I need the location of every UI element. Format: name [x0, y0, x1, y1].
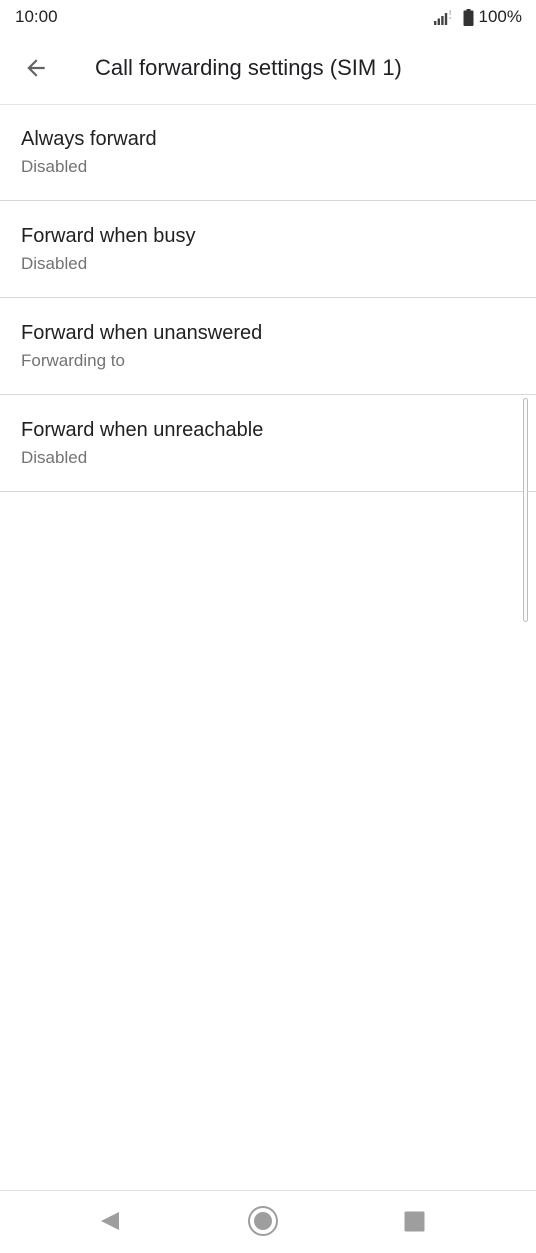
scrollbar[interactable] — [523, 398, 528, 622]
setting-summary: Forwarding to — [21, 351, 125, 370]
setting-title: Always forward — [21, 128, 157, 150]
signal-icon — [433, 9, 451, 25]
status-icons: 100% — [433, 7, 522, 27]
setting-summary: Disabled — [21, 448, 88, 467]
setting-always-forward[interactable]: Always forward Disabled — [0, 104, 536, 201]
settings-list: Always forward Disabled Forward when bus… — [0, 104, 536, 492]
setting-title: Forward when unanswered — [21, 322, 263, 344]
status-bar: 10:00 100% — [0, 0, 536, 34]
setting-summary: Disabled — [21, 157, 88, 176]
setting-title: Forward when unreachable — [21, 419, 264, 441]
navigation-bar — [0, 1190, 536, 1253]
arrow-back-icon — [27, 59, 45, 77]
setting-title: Forward when busy — [21, 225, 196, 247]
setting-summary: Disabled — [21, 254, 88, 273]
status-time: 10:00 — [15, 7, 58, 26]
nav-back-icon[interactable] — [99, 1210, 121, 1232]
setting-forward-when-busy[interactable]: Forward when busy Disabled — [0, 201, 536, 298]
nav-recents-icon[interactable] — [404, 1211, 425, 1232]
battery-icon — [463, 8, 474, 26]
back-button[interactable] — [14, 46, 58, 90]
app-bar: Call forwarding settings (SIM 1) — [0, 34, 536, 105]
nav-home-icon[interactable] — [247, 1205, 279, 1237]
setting-forward-when-unreachable[interactable]: Forward when unreachable Disabled — [0, 395, 536, 492]
battery-percentage: 100% — [478, 7, 522, 26]
setting-forward-when-unanswered[interactable]: Forward when unanswered Forwarding to — [0, 298, 536, 395]
page-title: Call forwarding settings (SIM 1) — [95, 55, 402, 80]
